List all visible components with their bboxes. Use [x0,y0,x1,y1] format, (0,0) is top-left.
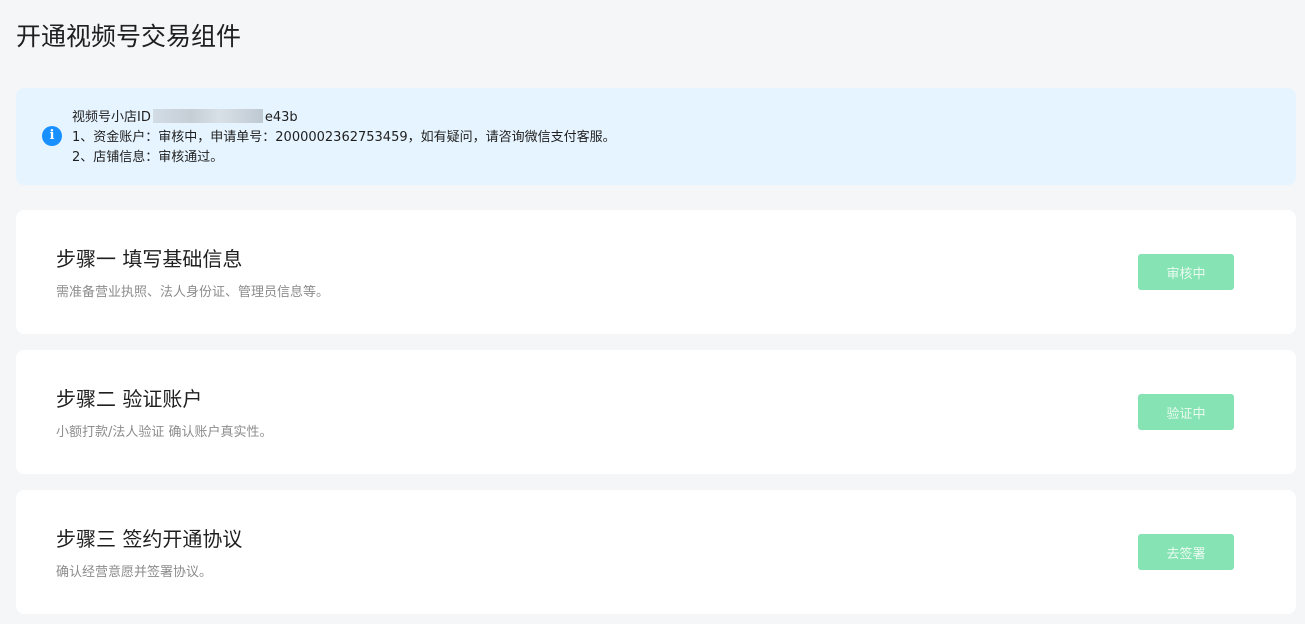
step-title: 步骤一 填写基础信息 [56,247,243,271]
step-card-verify-account: 步骤二 验证账户 小额打款/法人验证 确认账户真实性。 验证中 [16,350,1296,474]
step-card-basic-info: 步骤一 填写基础信息 需准备营业执照、法人身份证、管理员信息等。 审核中 [16,210,1296,334]
status-notice: i 视频号小店ID e43b 1、资金账户：审核中，申请单号：2000002362… [16,88,1296,185]
step-description: 小额打款/法人验证 确认账户真实性。 [56,425,273,440]
step-card-sign-agreement: 步骤三 签约开通协议 确认经营意愿并签署协议。 去签署 [16,490,1296,614]
shop-info-status: 2、店铺信息：审核通过。 [72,150,224,165]
page-title: 开通视频号交易组件 [16,22,242,51]
fund-account-status: 1、资金账户：审核中，申请单号：2000002362753459，如有疑问，请咨… [72,130,616,145]
shop-id-line: 视频号小店ID e43b [72,108,616,128]
info-icon: i [42,126,62,146]
step-description: 确认经营意愿并签署协议。 [56,565,213,580]
step-title: 步骤三 签约开通协议 [56,527,243,551]
shop-id-label: 视频号小店ID [72,110,151,125]
shop-id-suffix: e43b [264,110,298,125]
sign-agreement-button[interactable]: 去签署 [1138,534,1234,570]
step-title: 步骤二 验证账户 [56,387,203,411]
notice-content: 视频号小店ID e43b 1、资金账户：审核中，申请单号：200000236275… [72,108,616,168]
step-description: 需准备营业执照、法人身份证、管理员信息等。 [56,285,330,300]
under-review-button[interactable]: 审核中 [1138,254,1234,290]
redacted-shop-id [152,109,263,123]
verifying-button[interactable]: 验证中 [1138,394,1234,430]
page: 开通视频号交易组件 i 视频号小店ID e43b 1、资金账户：审核中，申请单号：… [0,0,1305,624]
